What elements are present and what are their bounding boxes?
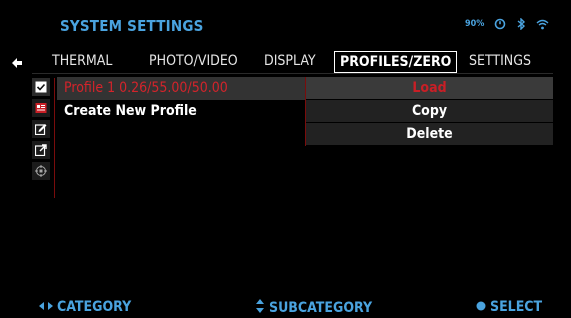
profile-card-icon[interactable]: [32, 99, 50, 117]
category-hint-label: CATEGORY: [57, 299, 132, 315]
bluetooth-icon: [516, 18, 526, 30]
tab-divider: [32, 73, 553, 74]
subcategory-hint-label: SUBCATEGORY: [269, 300, 373, 316]
footer-category: CATEGORY: [39, 299, 131, 315]
delete-button[interactable]: Delete: [306, 123, 553, 145]
copy-button[interactable]: Copy: [306, 100, 553, 122]
power-status-icon: [494, 18, 506, 30]
page-title: SYSTEM SETTINGS: [60, 17, 204, 35]
export-icon[interactable]: [32, 141, 50, 159]
left-right-arrows-icon: [39, 299, 53, 315]
profile-icon-column: [32, 78, 52, 183]
load-button[interactable]: Load: [306, 77, 553, 99]
profile-list: Profile 1 0.26/55.00/50.00 Create New Pr…: [57, 77, 305, 123]
tab-bar: THERMAL PHOTO/VIDEO DISPLAY PROFILES/ZER…: [0, 51, 571, 73]
footer-hints: CATEGORY SUBCATEGORY SELECT: [0, 299, 571, 318]
select-dot-icon: [476, 299, 486, 315]
list-item-profile-1[interactable]: Profile 1 0.26/55.00/50.00: [57, 77, 305, 100]
footer-select: SELECT: [476, 299, 542, 315]
checkbox-icon[interactable]: [32, 78, 50, 96]
tab-thermal[interactable]: THERMAL: [52, 53, 112, 69]
tab-display[interactable]: DISPLAY: [264, 53, 316, 69]
tab-photo-video[interactable]: PHOTO/VIDEO: [149, 53, 238, 69]
profile-actions: Load Copy Delete: [305, 77, 553, 146]
tab-settings[interactable]: SETTINGS: [469, 53, 531, 69]
status-bar: 90%: [465, 18, 549, 30]
back-arrow-icon[interactable]: [11, 54, 23, 73]
list-item-create-new-profile[interactable]: Create New Profile: [57, 100, 305, 123]
select-hint-label: SELECT: [490, 299, 543, 315]
up-down-arrows-icon: [255, 299, 265, 317]
zero-target-icon[interactable]: [32, 162, 50, 180]
footer-subcategory: SUBCATEGORY: [255, 299, 372, 317]
list-divider: [54, 78, 55, 198]
wifi-icon: [536, 19, 549, 30]
edit-icon[interactable]: [32, 120, 50, 138]
tab-profiles-zero[interactable]: PROFILES/ZERO: [334, 51, 458, 73]
battery-percent: 90%: [465, 19, 485, 29]
